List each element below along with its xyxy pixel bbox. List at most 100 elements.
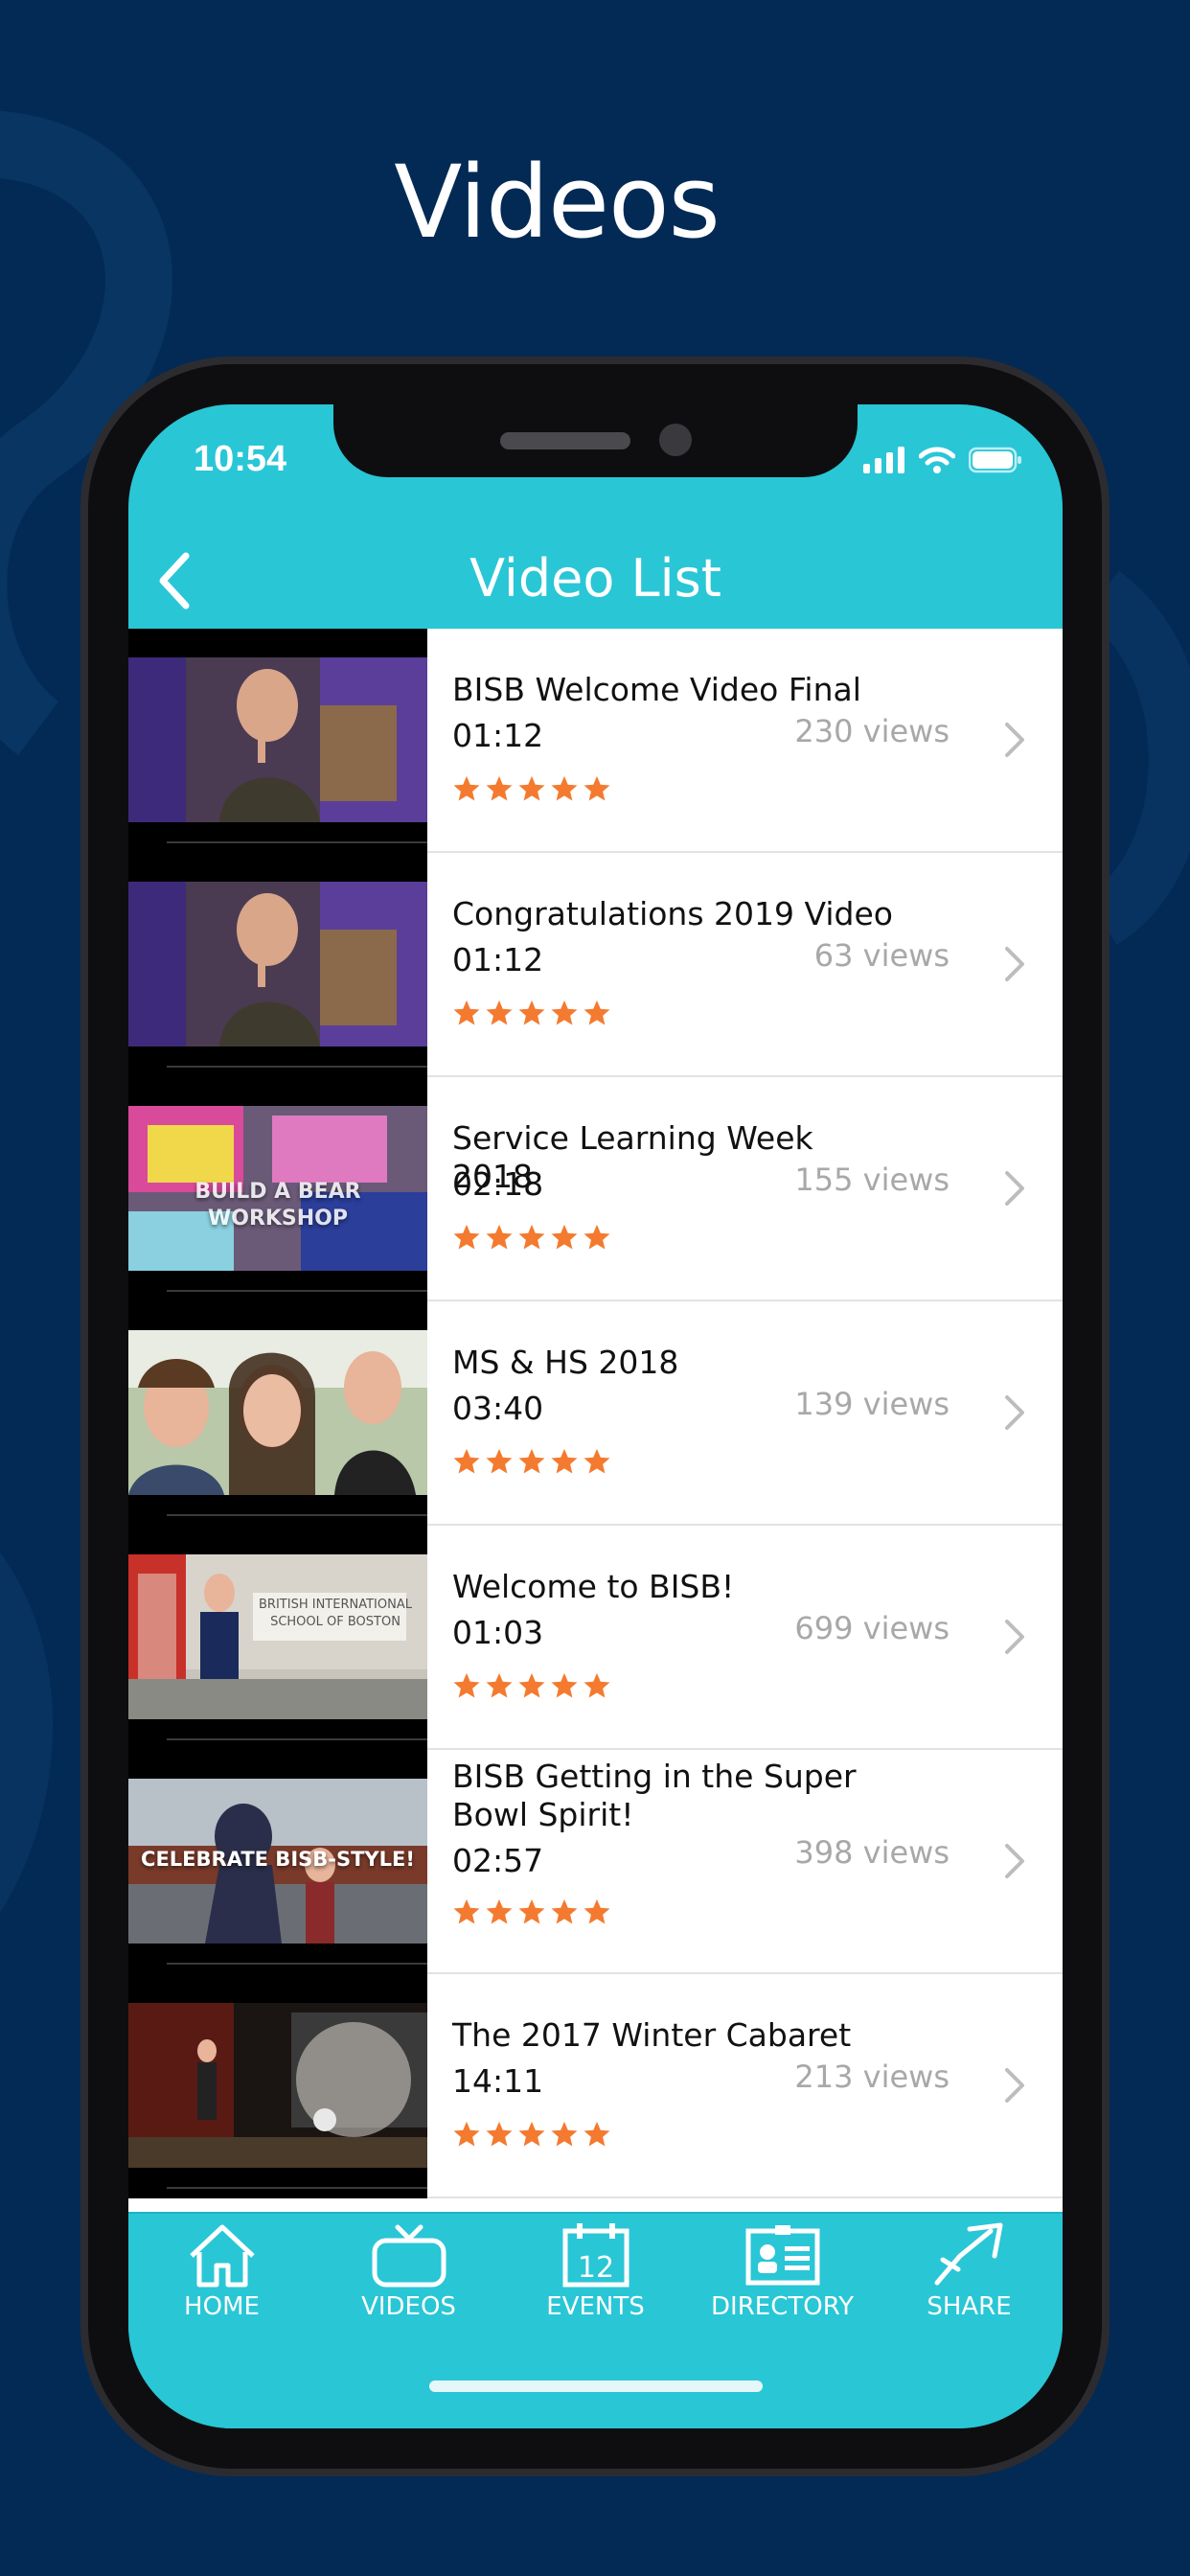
star-icon bbox=[486, 1224, 513, 1250]
star-icon bbox=[486, 1000, 513, 1025]
video-info: MS & HS 2018 03:40 139 views bbox=[427, 1301, 1063, 1526]
video-info: BISB Welcome Video Final 01:12 230 views bbox=[427, 629, 1063, 853]
video-duration: 03:40 bbox=[452, 1390, 544, 1427]
tab-share[interactable]: SHARE bbox=[876, 2221, 1063, 2340]
video-views: 63 views bbox=[813, 937, 950, 974]
star-icon bbox=[518, 1000, 545, 1025]
directory-icon bbox=[745, 2225, 819, 2286]
thumbnail-progress-bar bbox=[167, 1514, 427, 1516]
chevron-right-icon bbox=[1005, 947, 1024, 981]
star-icon bbox=[518, 1898, 545, 1924]
star-icon bbox=[551, 1000, 578, 1025]
tab-label: SHARE bbox=[927, 2292, 1012, 2321]
star-icon bbox=[453, 1448, 480, 1474]
status-time: 10:54 bbox=[194, 439, 287, 479]
star-icon bbox=[453, 1672, 480, 1698]
tab-label: DIRECTORY bbox=[711, 2292, 854, 2321]
star-icon bbox=[453, 1898, 480, 1924]
phone-frame: 10:54 Video List BISB Welcome Video Fina… bbox=[88, 364, 1102, 2469]
video-title: Congratulations 2019 Video bbox=[452, 895, 893, 932]
star-rating bbox=[452, 1223, 611, 1252]
video-thumbnail: BRITISH INTERNATIONAL SCHOOL OF BOSTON bbox=[128, 1554, 427, 1719]
video-row[interactable]: MS & HS 2018 03:40 139 views bbox=[128, 1301, 1063, 1526]
video-row[interactable]: CELEBRATE BISB-STYLE! BISB Getting in th… bbox=[128, 1750, 1063, 1974]
battery-icon bbox=[969, 447, 1021, 473]
thumbnail-caption: CELEBRATE BISB-STYLE! bbox=[141, 1848, 415, 1871]
star-icon bbox=[518, 1224, 545, 1250]
home-indicator[interactable] bbox=[429, 2380, 763, 2392]
video-row[interactable]: Congratulations 2019 Video 01:12 63 view… bbox=[128, 853, 1063, 1077]
video-row[interactable]: BRITISH INTERNATIONAL SCHOOL OF BOSTON We… bbox=[128, 1526, 1063, 1750]
star-icon bbox=[584, 1672, 610, 1698]
video-title: MS & HS 2018 bbox=[452, 1344, 679, 1381]
tab-directory[interactable]: DIRECTORY bbox=[689, 2221, 876, 2340]
tab-label: VIDEOS bbox=[361, 2292, 456, 2321]
tab-events[interactable]: 12 EVENTS bbox=[502, 2221, 689, 2340]
star-icon bbox=[584, 1448, 610, 1474]
star-icon bbox=[486, 1898, 513, 1924]
calendar-icon: 12 bbox=[562, 2223, 629, 2288]
video-views: 398 views bbox=[794, 1834, 950, 1871]
tab-label: EVENTS bbox=[546, 2292, 645, 2321]
thumbnail-progress-bar bbox=[167, 1290, 427, 1292]
star-rating bbox=[452, 1447, 611, 1476]
star-icon bbox=[551, 1672, 578, 1698]
chevron-right-icon bbox=[1005, 1395, 1024, 1430]
star-icon bbox=[453, 1000, 480, 1025]
star-icon bbox=[551, 2121, 578, 2147]
video-info: Welcome to BISB! 01:03 699 views bbox=[427, 1526, 1063, 1750]
thumbnail-progress-bar bbox=[167, 1963, 427, 1965]
phone-screen: 10:54 Video List BISB Welcome Video Fina… bbox=[128, 404, 1063, 2428]
star-rating bbox=[452, 1671, 611, 1700]
thumbnail-caption: BRITISH INTERNATIONAL SCHOOL OF BOSTON bbox=[259, 1598, 412, 1629]
star-rating bbox=[452, 1898, 611, 1926]
thumbnail-progress-bar bbox=[167, 841, 427, 843]
video-views: 213 views bbox=[794, 2058, 950, 2095]
star-icon bbox=[486, 775, 513, 801]
star-icon bbox=[486, 1448, 513, 1474]
star-icon bbox=[453, 2121, 480, 2147]
star-icon bbox=[551, 1224, 578, 1250]
video-title: Welcome to BISB! bbox=[452, 1568, 735, 1605]
cellular-signal-icon bbox=[863, 447, 904, 473]
video-views: 139 views bbox=[794, 1386, 950, 1422]
star-icon bbox=[551, 1898, 578, 1924]
tab-videos[interactable]: VIDEOS bbox=[315, 2221, 502, 2340]
status-icons bbox=[863, 447, 1022, 473]
video-info: BISB Getting in the Super Bowl Spirit! 0… bbox=[427, 1750, 1063, 1974]
thumbnail-progress-bar bbox=[167, 1066, 427, 1068]
video-views: 230 views bbox=[794, 713, 950, 749]
star-icon bbox=[584, 1224, 610, 1250]
video-info: Congratulations 2019 Video 01:12 63 view… bbox=[427, 853, 1063, 1077]
calendar-day-number: 12 bbox=[577, 2251, 613, 2285]
thumbnail-caption: BUILD A BEAR WORKSHOP bbox=[195, 1180, 361, 1230]
thumbnail-column bbox=[128, 1301, 427, 1526]
thumbnail-progress-bar bbox=[167, 2187, 427, 2189]
tv-icon bbox=[372, 2224, 446, 2288]
video-thumbnail: CELEBRATE BISB-STYLE! bbox=[128, 1779, 427, 1944]
video-title: The 2017 Winter Cabaret bbox=[452, 2016, 852, 2054]
chevron-right-icon bbox=[1005, 1620, 1024, 1654]
video-row[interactable]: BUILD A BEAR WORKSHOP Service Learning We… bbox=[128, 1077, 1063, 1301]
video-row[interactable]: The 2017 Winter Cabaret 14:11 213 views bbox=[128, 1974, 1063, 2198]
thumbnail-column: BUILD A BEAR WORKSHOP bbox=[128, 1077, 427, 1301]
tab-label: HOME bbox=[184, 2292, 260, 2321]
share-icon bbox=[934, 2222, 1002, 2286]
home-icon bbox=[189, 2224, 255, 2288]
video-list[interactable]: BISB Welcome Video Final 01:12 230 views bbox=[128, 629, 1063, 2212]
thumbnail-column bbox=[128, 853, 427, 1077]
video-duration: 01:12 bbox=[452, 941, 544, 978]
star-icon bbox=[518, 1672, 545, 1698]
video-info: Service Learning Week 2018 02:18 155 vie… bbox=[427, 1077, 1063, 1301]
video-row[interactable]: BISB Welcome Video Final 01:12 230 views bbox=[128, 629, 1063, 853]
tab-home[interactable]: HOME bbox=[128, 2221, 315, 2340]
video-thumbnail bbox=[128, 882, 427, 1046]
front-camera bbox=[659, 424, 692, 456]
video-duration: 01:03 bbox=[452, 1614, 544, 1651]
star-icon bbox=[551, 775, 578, 801]
chevron-right-icon bbox=[1005, 1171, 1024, 1206]
chevron-right-icon bbox=[1005, 2068, 1024, 2103]
video-thumbnail bbox=[128, 1330, 427, 1495]
star-icon bbox=[518, 1448, 545, 1474]
video-duration: 14:11 bbox=[452, 2062, 544, 2100]
